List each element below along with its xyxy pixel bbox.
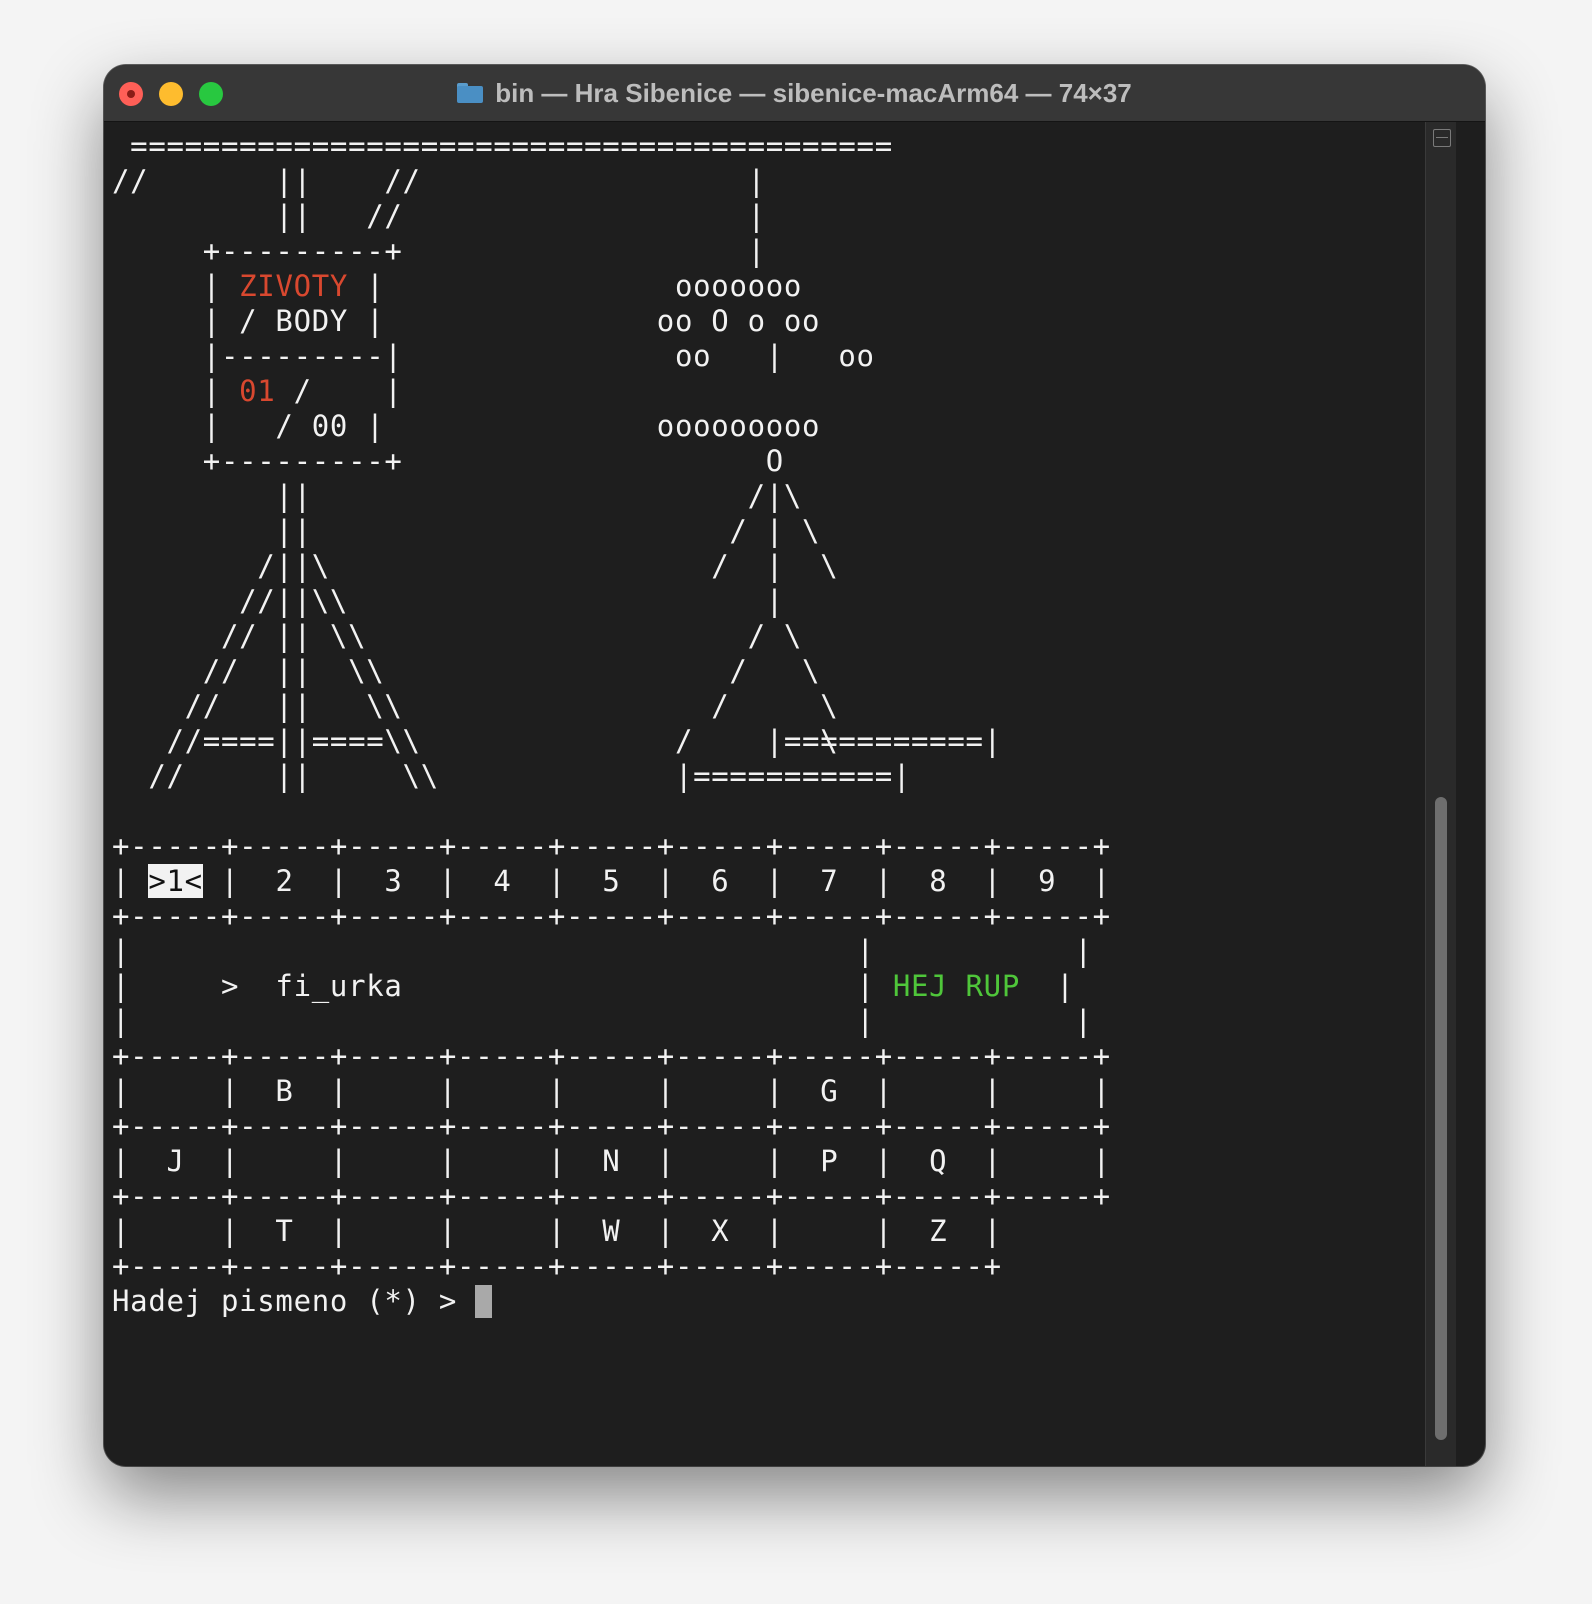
split-pane-icon[interactable]	[1433, 129, 1451, 147]
ascii-line: // || \\ / \	[112, 654, 821, 688]
letters-border: +-----+-----+-----+-----+-----+-----+---…	[112, 1249, 1002, 1283]
used-letters-row: | | B | | | | | G | | |	[112, 1074, 1111, 1108]
title-bar[interactable]: bin — Hra Sibenice — sibenice-macArm64 —…	[104, 65, 1485, 122]
ascii-line: // || \\ / \	[112, 689, 839, 723]
scrollbar[interactable]	[1425, 122, 1456, 1466]
ascii-line: +---------+ |	[112, 234, 766, 268]
selector-border: +-----+-----+-----+-----+-----+-----+---…	[112, 829, 1111, 863]
letters-border: +-----+-----+-----+-----+-----+-----+---…	[112, 1109, 1111, 1143]
input-prompt[interactable]: Hadej pismeno (*) >	[112, 1284, 493, 1319]
letters-border: +-----+-----+-----+-----+-----+-----+---…	[112, 1179, 1111, 1213]
ascii-line: // || \\ |===========|	[112, 759, 912, 793]
ascii-line: // || // |	[112, 164, 766, 198]
score-header-line: | / BODY | oo O o oo	[112, 304, 821, 338]
ascii-line: /||\ / | \	[112, 549, 839, 583]
ascii-line: |---------| oo | oo	[112, 339, 875, 373]
lives-header-line: | ZIVOTY | ooooooo	[112, 269, 803, 303]
ascii-line: || / | \	[112, 514, 821, 548]
status-message: HEJ RUP	[892, 969, 1020, 1003]
selected-word-slot: >1<	[148, 864, 203, 898]
ascii-line: //||\\ |	[112, 584, 784, 618]
scrollbar-thumb[interactable]	[1435, 797, 1447, 1440]
ascii-line: +---------+ O	[112, 444, 784, 478]
guessed-word-line: | > fi_urka | HEJ RUP |	[112, 969, 1075, 1003]
tower-top-rule: ========================================…	[112, 129, 893, 163]
word-selector-row[interactable]: | >1< | 2 | 3 | 4 | 5 | 6 | 7 | 8 | 9 |	[112, 864, 1111, 899]
word-box-line: | | |	[112, 934, 1093, 968]
word-box-line: | | |	[112, 1004, 1093, 1038]
text-cursor	[475, 1285, 493, 1318]
window-title-area: bin — Hra Sibenice — sibenice-macArm64 —…	[104, 65, 1485, 121]
letters-border: +-----+-----+-----+-----+-----+-----+---…	[112, 1039, 1111, 1073]
ascii-line: || /|\	[112, 479, 803, 513]
terminal-window: bin — Hra Sibenice — sibenice-macArm64 —…	[104, 65, 1485, 1466]
window-title: bin — Hra Sibenice — sibenice-macArm64 —…	[495, 77, 1132, 108]
used-letters-row: | J | | | | N | | P | Q | |	[112, 1144, 1111, 1178]
folder-icon	[457, 83, 484, 103]
selector-border: +-----+-----+-----+-----+-----+-----+---…	[112, 899, 1111, 933]
ascii-line: // || \\ / \	[112, 619, 803, 653]
ascii-line: || // |	[112, 199, 766, 233]
terminal-output[interactable]: ========================================…	[104, 122, 1425, 1466]
score-value-line: | / 00 | ooooooooo	[112, 409, 821, 443]
used-letters-row: | | T | | | W | X | | Z |	[112, 1214, 1002, 1248]
lives-value-line: | 01 / |	[112, 374, 403, 408]
ascii-line: //====||====\\ / \	[112, 724, 839, 758]
lives-value: 01	[239, 374, 276, 408]
lives-label: ZIVOTY	[239, 269, 349, 303]
